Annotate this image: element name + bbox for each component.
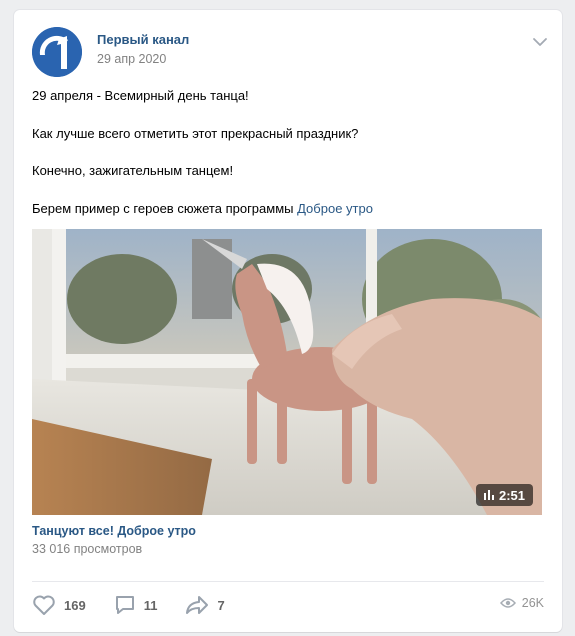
post-author[interactable]: Первый канал (97, 32, 189, 47)
post-text-line: Конечно, зажигательным танцем! (32, 163, 234, 178)
share-count: 7 (217, 597, 225, 613)
post-text-line: Как лучше всего отметить этот прекрасный… (32, 125, 359, 141)
channel-one-logo-icon (32, 27, 82, 77)
share-arrow-icon (186, 596, 209, 614)
comment-icon (115, 596, 134, 614)
video-title[interactable]: Танцуют все! Доброе утро (32, 524, 196, 538)
post-date[interactable]: 29 апр 2020 (97, 52, 166, 66)
divider (32, 581, 544, 582)
comment-count: 11 (143, 597, 158, 613)
eye-icon (499, 598, 516, 608)
chevron-down-icon[interactable] (532, 36, 548, 48)
post-views: 26K (499, 596, 544, 610)
like-button[interactable]: 169 (32, 594, 86, 616)
post-text-line: 29 апреля - Всемирный день танца! (32, 88, 249, 103)
video-thumbnail (32, 229, 542, 515)
channel-avatar[interactable] (32, 27, 82, 77)
like-count: 169 (64, 597, 86, 613)
video-duration: 2:51 (498, 487, 525, 503)
program-link[interactable]: Доброе утро (297, 201, 373, 216)
post-text-last: Берем пример с героев сюжета программы (32, 200, 298, 216)
video-duration-badge: 2:51 (475, 484, 533, 506)
bars-icon (483, 490, 494, 500)
comment-button[interactable]: 11 (114, 594, 158, 616)
post-text: 29 апреля - Всемирный день танца! Как лу… (32, 87, 542, 237)
video-views: 33 016 просмотров (32, 542, 143, 556)
video-player[interactable]: 2:51 (32, 229, 542, 515)
post-text-line: Берем пример с героев сюжета программы Д… (32, 200, 542, 219)
views-count: 26K (521, 596, 544, 610)
post-card: Первый канал 29 апр 2020 29 апреля - Все… (14, 10, 562, 632)
post-actions: 169 11 7 (32, 594, 253, 616)
heart-icon (33, 595, 55, 615)
share-button[interactable]: 7 (185, 594, 225, 616)
